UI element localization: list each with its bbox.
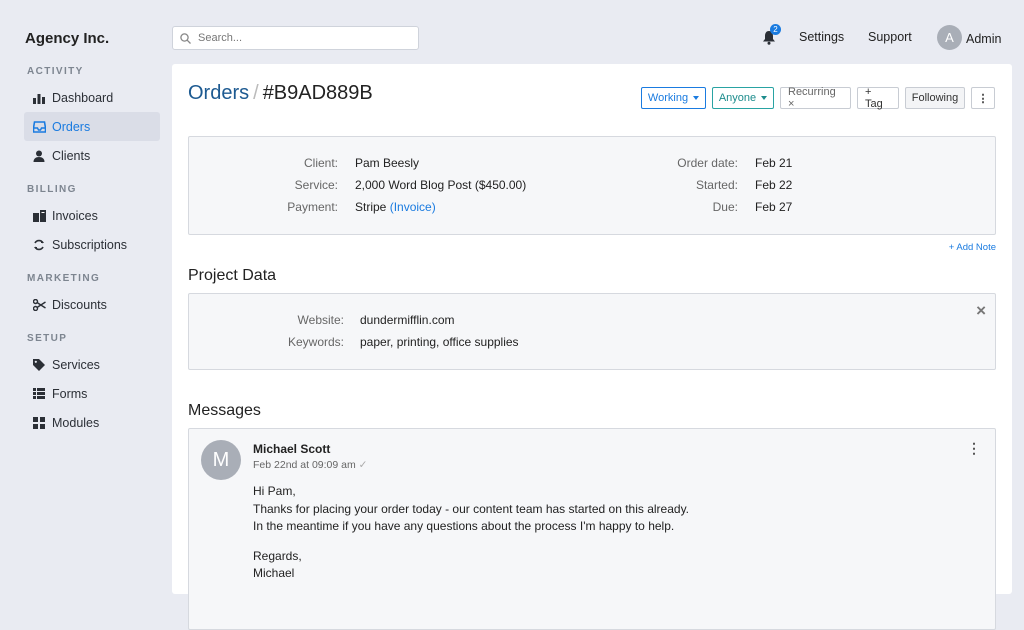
sidebar-item-label: Modules	[52, 415, 100, 430]
client-link[interactable]: Pam Beesly	[355, 156, 419, 170]
invoice-link[interactable]: (Invoice)	[390, 200, 436, 214]
breadcrumb-orders[interactable]: Orders	[188, 82, 249, 104]
sidebar-section-activity: ACTIVITY	[27, 66, 84, 77]
sidebar-section-marketing: MARKETING	[27, 273, 101, 284]
service-label: Service:	[294, 178, 338, 192]
invoices-icon	[32, 209, 46, 223]
user-icon	[32, 149, 46, 163]
sidebar-section-billing: BILLING	[27, 184, 77, 195]
payment-value: Stripe (Invoice)	[355, 200, 436, 214]
sidebar-item-label: Clients	[52, 148, 91, 163]
search-input[interactable]	[196, 31, 410, 45]
order-details-panel: Client: Pam Beesly Service: 2,000 Word B…	[188, 136, 996, 235]
sidebar-item-label: Forms	[52, 386, 88, 401]
service-value: 2,000 Word Blog Post ($450.00)	[355, 178, 527, 192]
sidebar-item-clients[interactable]: Clients	[24, 141, 160, 170]
search-icon	[180, 32, 191, 44]
message-timestamp: Feb 22nd at 09:09 am ✓	[253, 459, 367, 471]
message-card: M Michael Scott Feb 22nd at 09:09 am ✓ ⋮…	[188, 428, 996, 630]
list-icon	[32, 387, 46, 401]
message-line: Regards,	[253, 548, 302, 563]
sidebar-item-label: Orders	[52, 119, 91, 134]
message-time: Feb 22nd at 09:09 am	[253, 459, 356, 471]
avatar: M	[201, 440, 241, 480]
chevron-down-icon	[693, 96, 700, 100]
breadcrumb-separator: /	[253, 82, 259, 104]
page-title: Orders / #B9AD889B	[188, 82, 373, 105]
message-line: In the meantime if you have any question…	[253, 519, 675, 533]
sidebar-item-services[interactable]: Services	[24, 350, 160, 379]
project-data-heading: Project Data	[188, 267, 277, 284]
support-link[interactable]: Support	[868, 30, 912, 44]
sidebar-item-forms[interactable]: Forms	[24, 379, 160, 408]
sidebar-item-invoices[interactable]: Invoices	[24, 201, 160, 230]
project-data-panel: Website: dundermifflin.com Keywords: pap…	[188, 293, 996, 370]
assignee-label: Anyone	[718, 92, 757, 104]
recurring-tag[interactable]: Recurring ×	[780, 86, 851, 110]
status-label: Working	[647, 92, 689, 104]
chevron-down-icon	[761, 96, 768, 100]
sidebar-item-subscriptions[interactable]: Subscriptions	[24, 230, 160, 259]
top-bar: 2 Settings Support A Admin	[172, 24, 1024, 52]
more-options-button[interactable]: ⋮	[971, 87, 995, 109]
close-icon[interactable]: ×	[976, 301, 986, 321]
sidebar-item-orders[interactable]: Orders	[24, 112, 160, 141]
sidebar-item-label: Discounts	[52, 297, 107, 312]
brand-name: Agency Inc.	[25, 30, 110, 47]
due-label: Due:	[712, 200, 738, 214]
settings-link[interactable]: Settings	[799, 30, 844, 44]
following-button[interactable]: Following	[905, 87, 965, 109]
bar-chart-icon	[32, 91, 46, 105]
started-value: Feb 22	[755, 178, 793, 192]
message-menu-icon[interactable]: ⋮	[967, 440, 981, 457]
message-line	[253, 536, 689, 548]
inbox-icon	[32, 120, 46, 134]
search-box[interactable]	[172, 26, 419, 50]
website-label: Website:	[297, 313, 344, 327]
message-line: Hi Pam,	[253, 484, 296, 498]
refresh-icon	[32, 238, 46, 252]
sidebar: ACTIVITY Dashboard Orders Clients BILLIN…	[0, 60, 170, 437]
check-icon: ✓	[358, 459, 368, 471]
sidebar-item-label: Dashboard	[52, 90, 114, 105]
sidebar-item-label: Services	[52, 357, 100, 372]
order-date-value: Feb 21	[755, 156, 793, 170]
sidebar-item-label: Subscriptions	[52, 237, 128, 252]
sidebar-item-dashboard[interactable]: Dashboard	[24, 83, 160, 112]
website-value: dundermifflin.com	[360, 313, 455, 327]
avatar[interactable]: A	[937, 25, 962, 50]
status-dropdown[interactable]: Working	[641, 87, 706, 109]
message-body: Hi Pam, Thanks for placing your order to…	[253, 483, 689, 583]
sidebar-item-discounts[interactable]: Discounts	[24, 290, 160, 319]
grid-icon	[32, 416, 46, 430]
add-tag-button[interactable]: + Tag	[857, 86, 899, 110]
message-line: Thanks for placing your order today - ou…	[253, 501, 690, 516]
sidebar-section-setup: SETUP	[27, 333, 68, 344]
keywords-label: Keywords:	[287, 335, 344, 349]
sidebar-item-label: Invoices	[52, 208, 98, 223]
client-label: Client:	[303, 156, 338, 170]
notification-badge: 2	[770, 24, 781, 35]
messages-heading: Messages	[188, 402, 261, 419]
payment-method: Stripe	[355, 200, 387, 214]
sidebar-item-modules[interactable]: Modules	[24, 408, 160, 437]
message-author: Michael Scott	[253, 442, 331, 456]
main-content: Orders / #B9AD889B Working Anyone Recurrin…	[172, 64, 1012, 630]
started-label: Started:	[695, 178, 738, 192]
order-date-label: Order date:	[677, 156, 738, 170]
keywords-value: paper, printing, office supplies	[360, 335, 519, 349]
user-name[interactable]: Admin	[966, 32, 1001, 46]
scissors-icon	[32, 298, 46, 312]
assignee-dropdown[interactable]: Anyone	[712, 87, 774, 109]
order-id: #B9AD889B	[262, 82, 373, 104]
tag-icon	[32, 358, 46, 372]
due-value: Feb 27	[755, 200, 793, 214]
add-note-link[interactable]: + Add Note	[949, 242, 996, 253]
payment-label: Payment:	[287, 200, 338, 214]
